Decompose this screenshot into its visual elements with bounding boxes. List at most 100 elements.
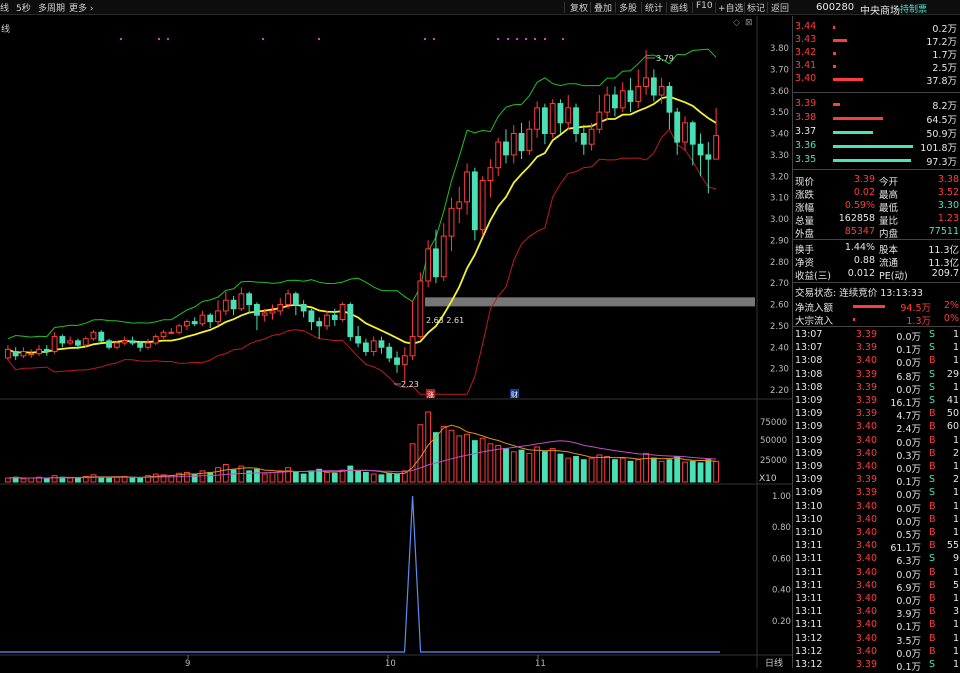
signal-marker (507, 38, 509, 40)
upper-band-line (7, 48, 717, 340)
tick-side: S (929, 342, 936, 354)
volume-bar (464, 433, 470, 483)
volume-bar (254, 468, 260, 483)
price-tick-label: 3.40 (770, 130, 789, 140)
tick-price: 3.40 (855, 566, 877, 578)
book-divider (793, 92, 960, 93)
tick-side: B (929, 566, 936, 578)
candle-body (588, 128, 595, 145)
tick-count: 1 (952, 566, 959, 578)
tick-volume: 16.1万 (890, 398, 921, 409)
tick-count: 2 (952, 474, 959, 486)
tick-count: 1 (952, 434, 959, 446)
candle-body (433, 248, 439, 278)
price-tick-label: 3.60 (770, 87, 789, 97)
chart-period-label: 线 (1, 23, 10, 35)
high-price-label: 3.79 (656, 54, 674, 63)
tick-time: 13:10 (795, 513, 823, 525)
tick-price: 3.40 (855, 632, 877, 644)
ask-volume: 1.7万 (932, 50, 957, 61)
quote-label: 总量 (795, 216, 815, 227)
candle-body (230, 299, 237, 310)
tick-count: 1 (952, 500, 959, 512)
ask-volume-bar (833, 78, 863, 81)
tick-time: 13:08 (795, 355, 823, 367)
flow-divider (793, 326, 960, 327)
candle-body (199, 314, 206, 325)
tick-count: 1 (952, 461, 959, 472)
tick-side: B (929, 593, 936, 604)
tick-volume: 61.1万 (890, 543, 921, 555)
tick-price: 3.40 (855, 447, 877, 459)
kline-chart[interactable]: 线 ◇ ⊠ 3.80 3.70 3.60 3.50 3.40 3.30 3.20 3.10 3.… (0, 0, 792, 668)
bid-volume: 64.5万 (926, 115, 957, 126)
volume-bar (261, 473, 268, 483)
tick-side: S (929, 368, 936, 380)
volume-bar (658, 460, 665, 483)
signal-marker (544, 38, 546, 40)
candle-body (409, 336, 416, 357)
candle-body (557, 103, 564, 124)
candle-body (285, 293, 291, 305)
tick-count: 29 (946, 368, 959, 380)
tick-count: 9 (952, 553, 959, 565)
volume-bar (510, 451, 517, 483)
volume-bar (666, 459, 673, 483)
tick-time: 13:07 (795, 342, 823, 354)
ask-price: 3.40 (795, 73, 817, 84)
volume-bar (713, 460, 720, 483)
signal-marker (120, 38, 122, 40)
price-tick-label: 2.40 (770, 343, 789, 353)
volume-bar (534, 446, 541, 483)
volume-bar (643, 452, 649, 483)
volume-bar (588, 457, 595, 483)
candle-body (417, 280, 424, 338)
volume-bar (674, 456, 681, 483)
tick-time: 13:09 (795, 421, 823, 433)
fund-value: 11.3亿 (928, 258, 959, 269)
volume-bar (650, 457, 657, 483)
flow-label: 净流入额 (795, 303, 834, 314)
tick-count: 55 (946, 540, 959, 552)
flow-bar (853, 318, 855, 321)
volume-bar (106, 477, 112, 483)
diamond-icon[interactable]: ◇ (733, 18, 740, 28)
tick-count: 1 (952, 527, 959, 538)
price-tick-label: 3.00 (770, 215, 789, 225)
tick-side: S (929, 329, 936, 340)
candle-body (627, 90, 634, 102)
ma-line (7, 95, 717, 354)
volume-bar (75, 477, 81, 483)
ask-price: 3.42 (795, 47, 817, 58)
tick-count: 50 (946, 408, 959, 420)
tick-side: B (929, 434, 936, 446)
ask-volume-bar (833, 52, 836, 55)
candle-body (456, 201, 463, 209)
candle-body (308, 310, 315, 323)
ask-volume-bar (833, 26, 835, 29)
volume-bar (487, 443, 494, 483)
tick-price: 3.39 (855, 342, 877, 354)
bid-volume-bar (833, 131, 873, 134)
candle-body (43, 348, 50, 353)
bid-price: 3.39 (795, 98, 817, 109)
tick-price: 3.40 (855, 593, 877, 604)
tick-volume: 0.0万 (896, 464, 921, 475)
candle-body (666, 85, 673, 113)
tick-volume: 0.0万 (896, 490, 921, 502)
price-tick-label: 2.80 (770, 258, 789, 268)
signal-marker (516, 38, 518, 40)
candle-body (658, 85, 665, 96)
candle-body (650, 77, 657, 96)
ask-volume-bar (833, 65, 836, 68)
candle-body (106, 340, 112, 348)
ask-volume: 2.5万 (932, 63, 957, 74)
candle-body (689, 122, 696, 145)
candle-body (12, 351, 19, 357)
candle-body (362, 342, 369, 353)
candle-body (580, 133, 587, 145)
tick-count: 1 (952, 645, 959, 657)
tick-side: B (929, 461, 936, 472)
tick-time: 13:11 (795, 619, 823, 631)
settings-icon[interactable]: ⊠ (745, 18, 753, 28)
